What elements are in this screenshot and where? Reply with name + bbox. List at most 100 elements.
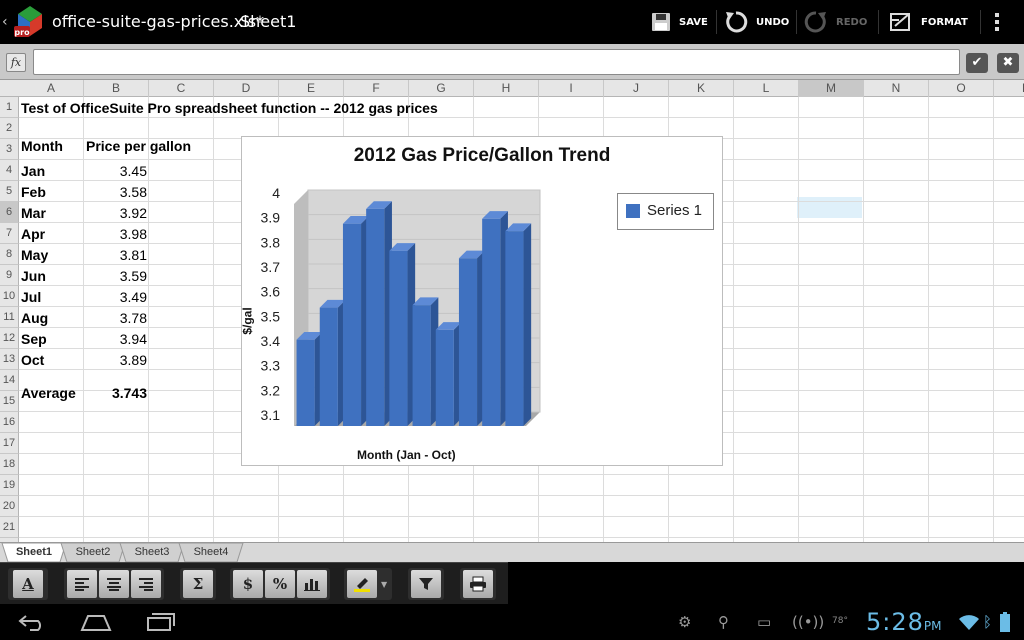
- column-header-i[interactable]: I: [539, 80, 604, 97]
- cell-month[interactable]: Apr: [19, 223, 45, 244]
- currency-button[interactable]: $: [233, 570, 263, 598]
- function-button[interactable]: fx: [6, 53, 26, 72]
- formula-bar: fx ✔ ✖: [0, 44, 1024, 80]
- filter-button[interactable]: [411, 570, 441, 598]
- redo-button[interactable]: REDO: [804, 0, 867, 44]
- home-nav-icon[interactable]: [80, 612, 112, 632]
- row-header-4[interactable]: 4: [0, 160, 19, 181]
- row-header-8[interactable]: 8: [0, 244, 19, 265]
- cell-price[interactable]: 3.58: [84, 181, 149, 202]
- column-header-a[interactable]: A: [19, 80, 84, 97]
- column-header-p[interactable]: P: [994, 80, 1024, 97]
- align-left-button[interactable]: [67, 570, 97, 598]
- cell-price[interactable]: 3.81: [84, 244, 149, 265]
- tab-sheet4[interactable]: Sheet4: [182, 543, 240, 562]
- chart[interactable]: 2012 Gas Price/Gallon Trend 3.1 3.2 3.3 3.4…: [241, 136, 723, 466]
- cell-a15[interactable]: Average: [19, 382, 76, 403]
- toolbar-divider: [796, 10, 797, 34]
- column-header-f[interactable]: F: [344, 80, 409, 97]
- row-header-20[interactable]: 20: [0, 496, 19, 517]
- cell-month[interactable]: Jun: [19, 265, 46, 286]
- column-header-m[interactable]: M: [799, 80, 864, 97]
- back-nav-icon[interactable]: [18, 612, 48, 632]
- chart-button[interactable]: [297, 570, 327, 598]
- row-header-6[interactable]: 6: [0, 202, 19, 223]
- cell-price[interactable]: 3.78: [84, 307, 149, 328]
- percent-button[interactable]: %: [265, 570, 295, 598]
- officesuite-logo-icon[interactable]: pro: [12, 4, 48, 40]
- cell-month[interactable]: Feb: [19, 181, 46, 202]
- undo-button[interactable]: UNDO: [724, 0, 789, 44]
- column-header-j[interactable]: J: [604, 80, 669, 97]
- column-header-k[interactable]: K: [669, 80, 734, 97]
- row-header-2[interactable]: 2: [0, 118, 19, 139]
- column-header-c[interactable]: C: [149, 80, 214, 97]
- cell-month[interactable]: Sep: [19, 328, 47, 349]
- row-header-1[interactable]: 1: [0, 97, 19, 118]
- overflow-menu-icon[interactable]: [993, 12, 1001, 32]
- tab-sheet1[interactable]: Sheet1: [5, 543, 63, 562]
- cell-price[interactable]: 3.92: [84, 202, 149, 223]
- print-button[interactable]: [463, 570, 493, 598]
- cell-month[interactable]: Oct: [19, 349, 44, 370]
- formula-input[interactable]: [33, 49, 960, 75]
- row-header-12[interactable]: 12: [0, 328, 19, 349]
- align-right-button[interactable]: [131, 570, 161, 598]
- cell-price[interactable]: 3.98: [84, 223, 149, 244]
- row-header-13[interactable]: 13: [0, 349, 19, 370]
- spreadsheet-grid[interactable]: ABCDEFGHIJKLMNOP 12345678910111213141516…: [0, 80, 1024, 542]
- align-center-button[interactable]: [99, 570, 129, 598]
- cell-price[interactable]: 3.59: [84, 265, 149, 286]
- number-format-group: $ %: [230, 568, 330, 600]
- row-header-3[interactable]: 3: [0, 139, 19, 160]
- row-header-11[interactable]: 11: [0, 307, 19, 328]
- cell-month[interactable]: May: [19, 244, 48, 265]
- tab-sheet3[interactable]: Sheet3: [123, 543, 181, 562]
- cell-price[interactable]: 3.94: [84, 328, 149, 349]
- cell-month[interactable]: Jan: [19, 160, 45, 181]
- cell-month[interactable]: Jul: [19, 286, 41, 307]
- confirm-button[interactable]: ✔: [966, 53, 988, 73]
- cell-month[interactable]: Mar: [19, 202, 46, 223]
- row-header-17[interactable]: 17: [0, 433, 19, 454]
- column-header-l[interactable]: L: [734, 80, 799, 97]
- cell-b15[interactable]: 3.743: [84, 382, 149, 403]
- row-header-21[interactable]: 21: [0, 517, 19, 538]
- cell-price[interactable]: 3.45: [84, 160, 149, 181]
- row-header-18[interactable]: 18: [0, 454, 19, 475]
- row-header-9[interactable]: 9: [0, 265, 19, 286]
- fill-color-button[interactable]: [347, 570, 377, 598]
- row-header-10[interactable]: 10: [0, 286, 19, 307]
- format-toolbar: A Σ $ % ▼: [0, 562, 508, 604]
- dropdown-arrow-icon[interactable]: ▼: [381, 580, 387, 589]
- cell-month[interactable]: Aug: [19, 307, 48, 328]
- align-right-icon: [139, 578, 153, 591]
- sum-button[interactable]: Σ: [183, 570, 213, 598]
- column-header-e[interactable]: E: [279, 80, 344, 97]
- back-icon[interactable]: ‹: [2, 14, 8, 30]
- cell-price[interactable]: 3.89: [84, 349, 149, 370]
- row-header-7[interactable]: 7: [0, 223, 19, 244]
- column-header-o[interactable]: O: [929, 80, 994, 97]
- column-header-h[interactable]: H: [474, 80, 539, 97]
- cell-price[interactable]: 3.49: [84, 286, 149, 307]
- cell-a3[interactable]: Month: [19, 135, 63, 156]
- recent-apps-nav-icon[interactable]: [146, 612, 176, 632]
- column-header-d[interactable]: D: [214, 80, 279, 97]
- format-button[interactable]: FORMAT: [889, 0, 968, 44]
- cell-a1[interactable]: Test of OfficeSuite Pro spreadsheet func…: [19, 97, 438, 118]
- tab-sheet2[interactable]: Sheet2: [64, 543, 122, 562]
- font-button[interactable]: A: [13, 570, 43, 598]
- row-header-15[interactable]: 15: [0, 391, 19, 412]
- cell-b3[interactable]: Price per gallon: [84, 135, 191, 156]
- column-header-n[interactable]: N: [864, 80, 929, 97]
- row-header-19[interactable]: 19: [0, 475, 19, 496]
- cancel-button[interactable]: ✖: [997, 53, 1019, 73]
- chart-y-tick-label: 3.2: [261, 382, 281, 398]
- row-header-16[interactable]: 16: [0, 412, 19, 433]
- save-button[interactable]: SAVE: [651, 0, 708, 44]
- column-header-b[interactable]: B: [84, 80, 149, 97]
- column-header-g[interactable]: G: [409, 80, 474, 97]
- row-header-14[interactable]: 14: [0, 370, 19, 391]
- row-header-5[interactable]: 5: [0, 181, 19, 202]
